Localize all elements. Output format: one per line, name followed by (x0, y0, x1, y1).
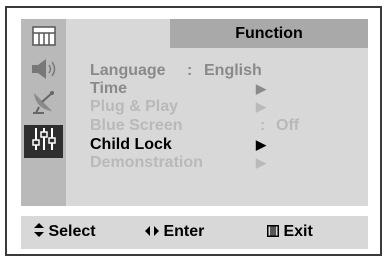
speaker-icon (29, 56, 59, 87)
menu-item-label: Language (90, 62, 166, 79)
menu-title: Function (170, 19, 368, 48)
menu-item-label: Demonstration (90, 154, 203, 171)
menu-item-label: Time (90, 80, 128, 97)
menu-item-label: Child Lock (90, 136, 172, 153)
footer-enter: Enter (145, 223, 204, 241)
menu-item-label: Blue Screen (90, 117, 183, 134)
menu-item-separator: : (260, 117, 266, 134)
menu-item-value: Off (276, 117, 300, 134)
menu-item-language[interactable]: Language : English (90, 62, 262, 80)
sidebar-item-picture[interactable] (24, 22, 63, 55)
footer-exit: Exit (267, 223, 313, 241)
sidebar-item-function[interactable] (24, 125, 63, 158)
arrow-right-icon: ▶ (256, 137, 266, 152)
menu-item-plug-and-play[interactable]: Plug & Play ▶ (90, 98, 266, 116)
arrow-right-icon: ▶ (256, 155, 266, 170)
sidebar-item-channel[interactable] (24, 88, 63, 121)
sliders-icon (31, 126, 57, 157)
satellite-dish-icon (30, 89, 58, 120)
footer-enter-label: Enter (163, 223, 205, 240)
menu-icon (267, 223, 283, 240)
menu-item-value: English (204, 62, 262, 79)
arrow-right-icon: ▶ (256, 81, 266, 96)
menu-item-blue-screen[interactable]: Blue Screen : Off (90, 117, 299, 135)
menu-item-child-lock[interactable]: Child Lock ▶ (90, 136, 266, 154)
left-right-arrows-icon (145, 223, 163, 240)
menu-item-demonstration[interactable]: Demonstration ▶ (90, 154, 266, 172)
picture-icon (31, 25, 57, 52)
footer-select-label: Select (48, 223, 96, 240)
menu-title-text: Function (235, 24, 303, 42)
menu-item-time[interactable]: Time ▶ (90, 80, 266, 98)
footer-exit-label: Exit (283, 223, 313, 240)
sidebar-item-sound[interactable] (24, 55, 63, 88)
menu-item-label: Plug & Play (90, 98, 179, 115)
arrow-right-icon: ▶ (256, 99, 266, 114)
footer-select: Select (34, 223, 96, 241)
footer-bar: Select Enter Exit (21, 216, 368, 249)
menu-item-separator: : (187, 62, 193, 79)
up-down-arrows-icon (34, 223, 48, 240)
